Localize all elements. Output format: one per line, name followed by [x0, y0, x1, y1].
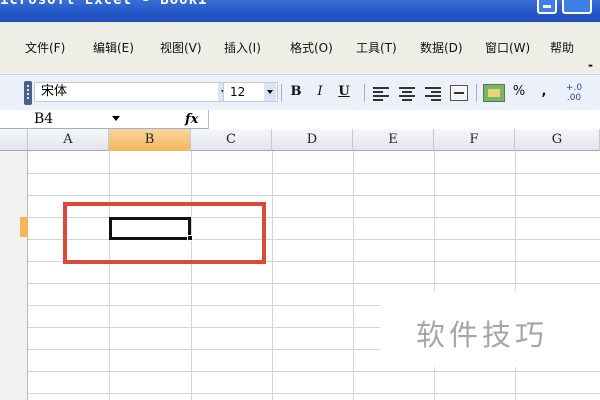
name-box[interactable]: B4 [34, 110, 106, 129]
menu-data[interactable]: 数据(D) [420, 39, 463, 56]
highlight-box [63, 202, 266, 264]
percent-style-button[interactable]: % [511, 82, 527, 102]
formula-bar: B4 fx [0, 110, 600, 129]
font-size-dropdown-icon[interactable] [264, 83, 276, 101]
column-gridline [272, 151, 273, 400]
toolbar-separator [281, 84, 282, 102]
currency-style-icon[interactable] [483, 84, 505, 102]
align-left-icon[interactable] [373, 86, 389, 101]
menu-edit[interactable]: 编辑(E) [93, 39, 134, 56]
increase-decimal-button[interactable]: +.0 .00 [560, 83, 588, 103]
formatting-toolbar: 宋体 12 B I U % , +.0 .00 [0, 74, 600, 110]
align-right-icon[interactable] [425, 86, 441, 101]
menu-file[interactable]: 文件(F) [25, 39, 65, 56]
column-gridline [109, 151, 110, 400]
toolbar-separator [364, 84, 365, 102]
column-header-f[interactable]: F [434, 129, 515, 151]
column-header-e[interactable]: E [353, 129, 434, 151]
merge-center-icon[interactable] [450, 85, 468, 101]
column-header-row: A B C D E F G [0, 129, 600, 151]
minimize-button[interactable] [537, 0, 557, 14]
menu-insert[interactable]: 插入(I) [224, 39, 261, 56]
column-header-b[interactable]: B [109, 129, 191, 151]
comma-style-button[interactable]: , [538, 82, 550, 102]
watermark-text: 软件技巧 [416, 318, 549, 352]
column-gridline [353, 151, 354, 400]
row-header-column[interactable] [0, 151, 28, 400]
column-header-g[interactable]: G [515, 129, 600, 151]
underline-button[interactable]: U [334, 82, 354, 102]
menu-window[interactable]: 窗口(W) [485, 39, 530, 56]
align-center-icon[interactable] [399, 86, 415, 101]
title-bar: icrosoft Excel - Book1 [0, 0, 600, 22]
menu-help[interactable]: 帮助 [550, 39, 574, 56]
select-all-corner[interactable] [0, 129, 28, 151]
menu-bar: 文件(F) 编辑(E) 视图(V) 插入(I) 格式(O) 工具(T) 数据(D… [0, 22, 600, 74]
toolbar-grip-handle[interactable] [24, 81, 32, 105]
formula-input[interactable] [208, 110, 600, 129]
bold-button[interactable]: B [286, 82, 306, 102]
spreadsheet-grid[interactable]: A B C D E F G 软件技巧 [0, 129, 600, 400]
maximize-button[interactable] [562, 0, 592, 14]
menu-tools[interactable]: 工具(T) [356, 39, 397, 56]
toolbar-separator [476, 84, 477, 102]
insert-function-button[interactable]: fx [185, 110, 198, 129]
row-header-4-active[interactable] [20, 217, 28, 237]
column-header-a[interactable]: A [28, 129, 109, 151]
menu-overflow[interactable]: - [588, 58, 593, 72]
menu-format[interactable]: 格式(O) [290, 39, 333, 56]
font-name-select[interactable]: 宋体 [34, 82, 232, 102]
column-gridline [191, 151, 192, 400]
column-header-d[interactable]: D [272, 129, 353, 151]
column-header-c[interactable]: C [191, 129, 272, 151]
italic-button[interactable]: I [310, 82, 330, 102]
window-title: icrosoft Excel - Book1 [0, 0, 208, 8]
name-box-dropdown-icon[interactable] [112, 116, 120, 121]
menu-view[interactable]: 视图(V) [160, 39, 202, 56]
